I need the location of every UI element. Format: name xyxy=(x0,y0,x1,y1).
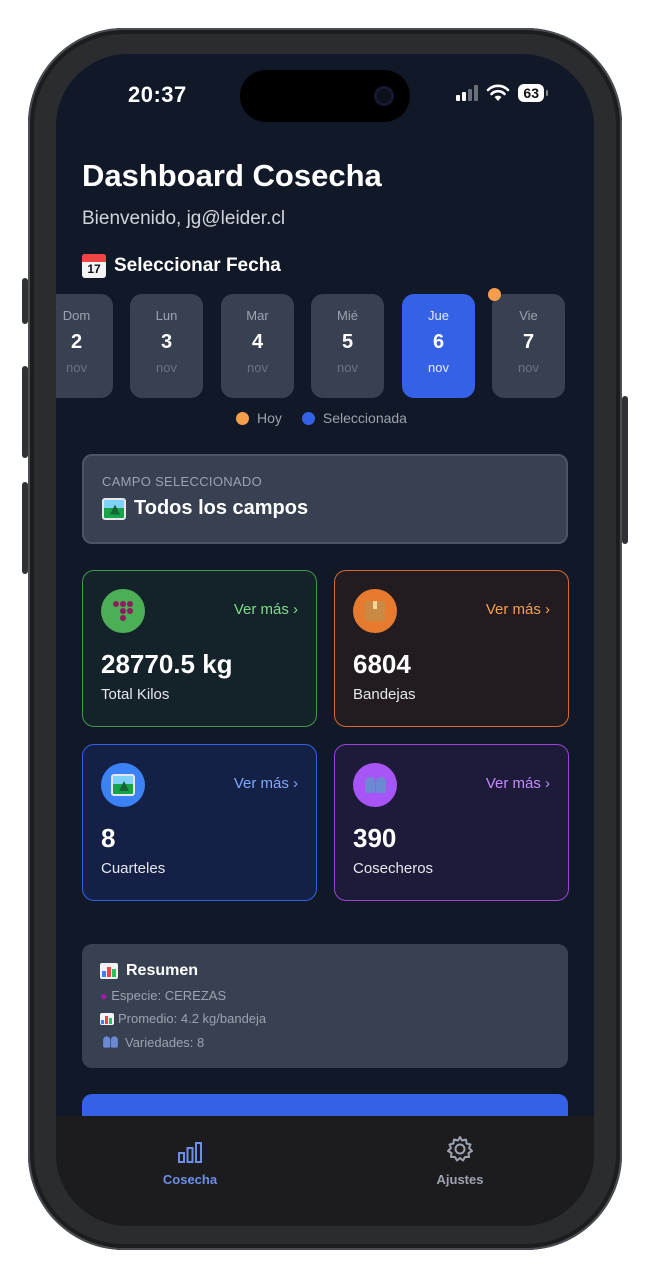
field-selector[interactable]: CAMPO SELECCIONADO Todos los campos xyxy=(82,454,568,544)
bar-chart-icon xyxy=(100,963,118,979)
box-icon xyxy=(353,589,397,633)
bar-chart-icon xyxy=(178,1142,202,1163)
today-dot-icon xyxy=(236,411,249,425)
tab-bar: Cosecha Ajustes xyxy=(56,1116,594,1226)
page-title: Dashboard Cosecha xyxy=(82,158,382,193)
volume-up-button xyxy=(22,366,28,458)
status-time: 20:37 xyxy=(128,82,187,107)
stat-value: 6804 xyxy=(353,649,411,679)
grapes-icon: ● xyxy=(100,988,108,1003)
ver-mas-link[interactable]: Ver más › xyxy=(486,775,550,792)
ver-mas-link[interactable]: Ver más › xyxy=(234,775,298,792)
date-picker[interactable]: Dom 2 nov Lun 3 nov Mar 4 nov Mié 5 nov … xyxy=(56,288,594,398)
tab-ajustes[interactable]: Ajustes xyxy=(400,1134,520,1187)
people-icon xyxy=(353,763,397,807)
power-button xyxy=(622,396,628,544)
date-legend: Hoy Seleccionada xyxy=(236,410,407,426)
summary-promedio: Promedio: 4.2 kg/bandeja xyxy=(100,1011,550,1026)
field-selector-value: Todos los campos xyxy=(102,497,548,520)
stat-card-total-kilos[interactable]: Ver más › 28770.5 kg Total Kilos xyxy=(82,570,317,727)
landscape-icon xyxy=(101,763,145,807)
gear-icon xyxy=(447,1136,473,1162)
stat-value: 28770.5 kg xyxy=(101,649,233,679)
select-date-heading: 17 Seleccionar Fecha xyxy=(82,254,281,278)
day-item-mie[interactable]: Mié 5 nov xyxy=(311,294,384,398)
day-item-vie-today[interactable]: Vie 7 nov xyxy=(492,294,565,398)
select-date-label: Seleccionar Fecha xyxy=(114,255,281,276)
calendar-icon: 17 xyxy=(82,254,106,278)
stat-label: Total Kilos xyxy=(101,686,170,703)
grapes-icon xyxy=(101,589,145,633)
today-indicator-dot xyxy=(488,288,501,301)
battery-icon: 63 xyxy=(518,84,548,102)
stat-card-bandejas[interactable]: Ver más › 6804 Bandejas xyxy=(334,570,569,727)
ver-mas-link[interactable]: Ver más › xyxy=(234,601,298,618)
people-icon xyxy=(103,1036,118,1048)
summary-especie: ● Especie: CEREZAS xyxy=(100,988,227,1003)
stat-label: Cuarteles xyxy=(101,860,166,877)
selected-dot-icon xyxy=(301,411,315,425)
day-item-dom[interactable]: Dom 2 nov xyxy=(56,294,113,398)
stat-card-cuarteles[interactable]: Ver más › 8 Cuarteles xyxy=(82,744,317,901)
wifi-icon xyxy=(487,84,510,101)
day-item-lun[interactable]: Lun 3 nov xyxy=(130,294,203,398)
welcome-text: Bienvenido, jg@leider.cl xyxy=(82,208,286,229)
volume-down-button xyxy=(22,482,28,574)
cellular-signal-icon xyxy=(456,85,479,101)
day-item-mar[interactable]: Mar 4 nov xyxy=(221,294,294,398)
status-icons: 63 xyxy=(456,84,548,102)
summary-variedades: Variedades: 8 xyxy=(100,1034,550,1050)
legend-today: Hoy xyxy=(236,410,282,426)
bar-chart-icon xyxy=(100,1012,114,1025)
camera-icon xyxy=(374,86,394,106)
legend-selected: Seleccionada xyxy=(301,410,407,426)
summary-card: Resumen ● Especie: CEREZAS Promedio: 4.2… xyxy=(82,944,568,1068)
summary-title: Resumen xyxy=(100,962,550,980)
stat-value: 8 xyxy=(101,823,116,853)
landscape-icon xyxy=(102,497,126,520)
field-selector-label: CAMPO SELECCIONADO xyxy=(102,474,262,489)
ver-mas-link[interactable]: Ver más › xyxy=(486,601,550,618)
stat-value: 390 xyxy=(353,823,397,853)
stat-card-cosecheros[interactable]: Ver más › 390 Cosecheros xyxy=(334,744,569,901)
tab-cosecha[interactable]: Cosecha xyxy=(130,1134,250,1187)
app-screen: 20:37 63 Dashboard Cosecha Bienvenido, j… xyxy=(56,54,594,1226)
stat-label: Bandejas xyxy=(353,686,416,703)
action-button xyxy=(22,278,28,324)
day-item-jue-selected[interactable]: Jue 6 nov xyxy=(402,294,475,398)
dynamic-island xyxy=(240,70,410,122)
stat-label: Cosecheros xyxy=(353,860,434,877)
